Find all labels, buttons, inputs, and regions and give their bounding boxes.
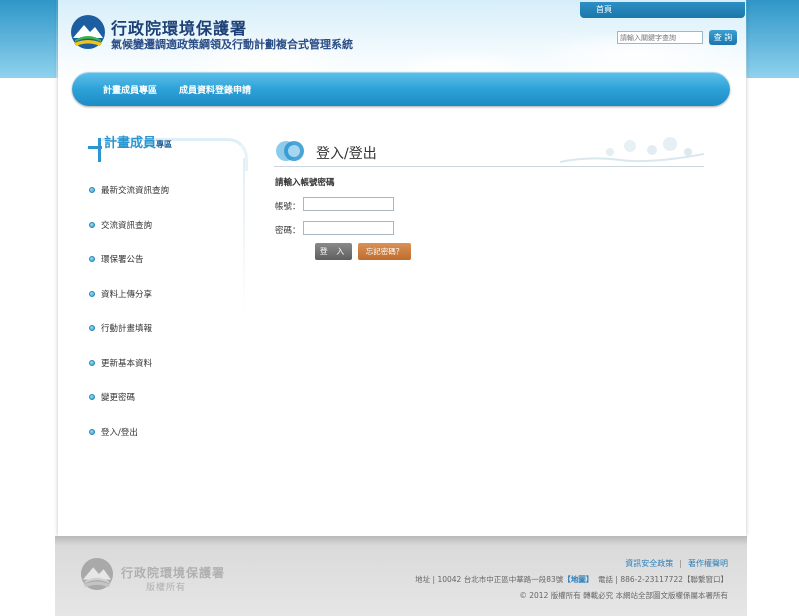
- bullet-icon: [89, 394, 95, 400]
- bullet-icon: [89, 429, 95, 435]
- login-title-underline: [274, 166, 704, 167]
- password-label: 密碼：: [275, 226, 301, 236]
- copyright-statement-link[interactable]: 著作權聲明: [688, 559, 728, 568]
- sidebar-title-suffix: 專區: [156, 140, 173, 149]
- sidebar-item-label: 登入/登出: [101, 428, 138, 438]
- sidebar-divider: [243, 158, 245, 318]
- bullet-icon: [89, 325, 95, 331]
- login-button[interactable]: 登 入: [315, 243, 352, 260]
- bullet-icon: [89, 360, 95, 366]
- login-hint: 請輸入帳號密碼: [275, 178, 335, 188]
- forgot-password-button[interactable]: 忘記密碼？: [358, 243, 411, 260]
- bullet-icon: [89, 222, 95, 228]
- login-title: 登入/登出: [316, 146, 377, 162]
- sidebar-item-label: 變更密碼: [101, 393, 136, 403]
- sidebar-item-action-plan[interactable]: 行動計畫填報: [89, 322, 152, 334]
- sidebar-item-update-profile[interactable]: 更新基本資料: [89, 357, 152, 369]
- splash-decoration: [560, 137, 704, 163]
- home-label: 首頁: [596, 5, 612, 14]
- security-policy-link[interactable]: 資訊安全政策: [625, 559, 673, 568]
- footer-rights: 版權所有: [146, 583, 187, 593]
- footer-phone: 電話 | 886-2-23117722【聯繫窗口】: [598, 575, 728, 584]
- epa-footer-logo-icon: [80, 557, 114, 591]
- footer-address-text: 地址 | 10042 台北市中正區中華路一段83號: [415, 575, 564, 584]
- account-label: 帳號：: [275, 202, 301, 212]
- bullet-icon: [89, 291, 95, 297]
- footer-links: 資訊安全政策 | 著作權聲明: [625, 558, 728, 569]
- footer-copyright: © 2012 版權所有 轉載必究 本網站全部圖文版權係屬本署所有: [519, 591, 728, 600]
- plus-icon: [98, 138, 101, 162]
- sidebar-item-upload-share[interactable]: 資料上傳分享: [89, 288, 152, 300]
- account-field[interactable]: [303, 197, 394, 211]
- sidebar-item-label: 環保署公告: [101, 255, 144, 265]
- map-link[interactable]: 【地圖】: [563, 575, 593, 584]
- sidebar-item-exchange-query[interactable]: 交流資訊查詢: [89, 219, 152, 231]
- footer-org-name: 行政院環境保護署: [121, 566, 226, 580]
- home-link[interactable]: 首頁: [580, 2, 745, 18]
- sidebar-item-label: 最新交流資訊查詢: [101, 186, 170, 196]
- sidebar-item-label: 交流資訊查詢: [101, 221, 153, 231]
- footer-address: 地址 | 10042 台北市中正區中華路一段83號【地圖】 電話 | 886-2…: [415, 574, 728, 585]
- plus-icon-bar: [88, 146, 102, 149]
- epa-logo-icon[interactable]: [70, 14, 106, 50]
- bullet-icon: [89, 256, 95, 262]
- sidebar-item-change-password[interactable]: 變更密碼: [89, 391, 135, 403]
- bullet-icon: [89, 187, 95, 193]
- sidebar-title-main: 計畫成員: [104, 136, 157, 151]
- sidebar-item-label: 更新基本資料: [101, 359, 153, 369]
- sky-edge-left: [0, 0, 56, 78]
- sky-edge-right: [747, 0, 799, 78]
- footer-link-separator: |: [679, 559, 682, 568]
- sidebar-item-announcements[interactable]: 環保署公告: [89, 253, 144, 265]
- login-section-icon: [276, 141, 304, 161]
- site-subtitle: 氣候變遷調適政策綱領及行動計劃複合式管理系統: [111, 38, 353, 51]
- sidebar-item-label: 資料上傳分享: [101, 290, 153, 300]
- sidebar-item-login-logout[interactable]: 登入/登出: [89, 426, 138, 438]
- sidebar-item-label: 行動計畫填報: [101, 324, 153, 334]
- password-field[interactable]: [303, 221, 394, 235]
- nav-item-member-zone[interactable]: 計畫成員專區: [103, 83, 157, 96]
- search-input[interactable]: [617, 31, 703, 44]
- main-nav: 計畫成員專區 成員資料登錄申請: [72, 72, 730, 106]
- nav-item-member-registration[interactable]: 成員資料登錄申請: [179, 83, 251, 96]
- sidebar-title: 計畫成員專區: [104, 132, 172, 151]
- sidebar-item-latest-exchange[interactable]: 最新交流資訊查詢: [89, 184, 169, 196]
- search-button[interactable]: 查 詢: [709, 30, 737, 45]
